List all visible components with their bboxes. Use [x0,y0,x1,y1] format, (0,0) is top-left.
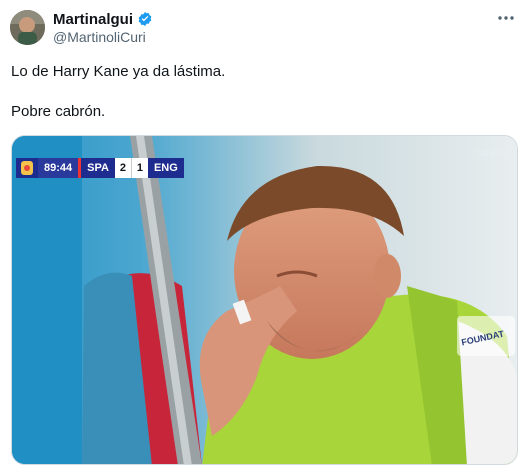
broadcast-label: Direkte [475,148,509,159]
author-name[interactable]: Martinalgui [53,11,133,28]
match-clock: 89:44 [38,158,79,178]
away-score: 1 [131,158,148,178]
avatar[interactable] [10,10,45,45]
tweet-text: Lo de Harry Kane ya da lástima. Pobre ca… [11,62,225,122]
author-handle[interactable]: @MartinoliCuri [53,29,146,45]
media-frame [12,136,517,464]
away-team: ENG [147,158,184,178]
home-score: 2 [114,158,131,178]
verified-badge-icon [137,11,153,27]
tournament-logo-icon [16,158,38,178]
tweet-line: Pobre cabrón. [11,103,106,120]
tweet-line: Lo de Harry Kane ya da lástima. [11,63,226,80]
more-options-icon[interactable] [495,8,517,28]
tweet-media[interactable]: 89:44 SPA 2 1 ENG Direkte FOUNDAT [11,135,518,465]
home-team: SPA [81,158,115,178]
scoreboard: 89:44 SPA 2 1 ENG [16,158,184,178]
